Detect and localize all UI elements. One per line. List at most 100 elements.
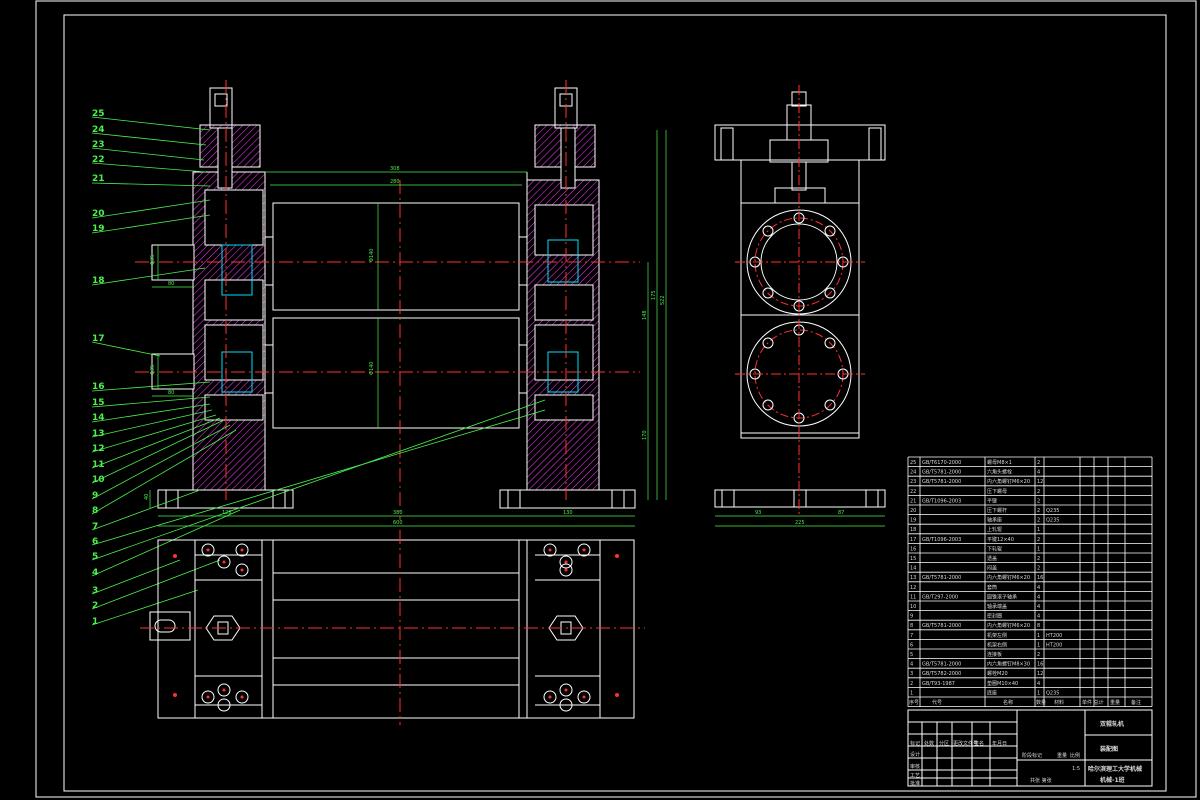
parts-row-qty: 2 [1037, 498, 1040, 504]
parts-row-no: 7 [910, 633, 913, 639]
parts-row-name: 轴承端盖 [987, 603, 1007, 610]
parts-row-qty: 12 [1037, 479, 1043, 485]
dim-bottom-total: 600 [393, 520, 403, 526]
parts-row-no: 22 [910, 489, 916, 495]
parts-row-name: 垫圈M10×40 [987, 680, 1018, 687]
dim-side-total: 225 [795, 520, 805, 526]
tb-drawing-name: 装配图 [1099, 745, 1118, 753]
part-no: 13 [92, 429, 105, 439]
parts-row-name: 连接板 [987, 651, 1002, 658]
part-no: 6 [92, 537, 98, 547]
parts-row-qty: 16 [1037, 662, 1043, 668]
dim-left-shaft-lower: Φ35 [150, 365, 156, 375]
part-no: 25 [92, 109, 105, 119]
tb-sheet: 共张 第张 [1030, 777, 1052, 784]
tb-label-date: 年月日 [992, 740, 1007, 747]
dim-height-total: 522 [660, 295, 666, 305]
parts-row-material: Q235 [1046, 518, 1059, 524]
tb-scale-label: 比例 [1070, 752, 1080, 759]
parts-row-no: 24 [910, 470, 916, 476]
parts-header-code: 代号 [932, 699, 942, 706]
dim-height-right: 175 [651, 290, 657, 300]
parts-row-code: GB/T93-1987 [922, 681, 955, 687]
part-no: 15 [92, 398, 105, 408]
dim-roll-dia-upper: Φ140 [369, 249, 375, 262]
dim-top-inner: 280 [390, 179, 400, 185]
tb-title-main: 双辊轧机 [1100, 720, 1124, 728]
parts-row-no: 11 [910, 594, 916, 600]
dim-height-base: 40 [144, 494, 150, 500]
parts-row-name: 螺栓M20 [987, 670, 1008, 677]
parts-row-code: GB/T1096-2003 [922, 537, 961, 543]
parts-row-material: HT200 [1046, 642, 1062, 648]
parts-row-qty: 4 [1037, 681, 1040, 687]
part-no: 16 [92, 382, 105, 392]
part-no: 9 [92, 491, 98, 501]
parts-row-name: 套筒 [987, 584, 997, 591]
parts-row-no: 8 [910, 623, 913, 629]
parts-row-no: 1 [910, 690, 913, 696]
dim-shaft-len-lower: 80 [168, 390, 174, 396]
parts-row-code: GB/T5781-2000 [922, 479, 961, 485]
parts-row-name: 透盖 [987, 555, 997, 562]
parts-row-name: 螺母M8×1 [987, 459, 1012, 466]
plan-view [140, 530, 645, 725]
tb-label-zone: 分区 [939, 740, 949, 747]
cad-drawing: 308 280 Φ140 Φ140 Φ35 Φ35 80 80 522 148 … [35, 0, 1197, 798]
part-no: 14 [92, 413, 105, 423]
dim-left-shaft-upper: Φ35 [150, 255, 156, 265]
parts-row-qty: 4 [1037, 585, 1040, 591]
parts-row-qty: 4 [1037, 604, 1040, 610]
parts-header-weight: 重量 [1110, 699, 1120, 706]
dim-top-outer: 308 [390, 166, 400, 172]
part-no: 19 [92, 224, 105, 234]
dim-bottom-right: 130 [563, 510, 573, 516]
parts-row-qty: 4 [1037, 470, 1040, 476]
parts-row-name: 机架左侧 [987, 632, 1007, 639]
parts-row-qty: 2 [1037, 489, 1040, 495]
parts-row-name: 内六角螺钉M6×20 [987, 478, 1030, 485]
dim-height-mid: 148 [642, 310, 648, 320]
part-no: 11 [92, 460, 105, 470]
part-no: 1 [92, 617, 98, 627]
parts-row-code: GB/T297-2000 [922, 594, 958, 600]
parts-row-material: HT200 [1046, 633, 1062, 639]
parts-row-name: 上轧辊 [987, 526, 1002, 533]
parts-row-code: GB/T6170-2000 [922, 460, 961, 466]
parts-row-no: 17 [910, 537, 916, 543]
part-no: 12 [92, 444, 105, 454]
parts-row-no: 20 [910, 508, 916, 514]
parts-row-qty: 4 [1037, 594, 1040, 600]
parts-row-qty: 1 [1037, 633, 1040, 639]
front-view: 308 280 Φ140 Φ140 Φ35 Φ35 80 80 522 148 … [135, 80, 667, 527]
parts-row-qty: 4 [1037, 614, 1040, 620]
dim-side-left: 93 [755, 510, 761, 516]
parts-row-no: 10 [910, 604, 916, 610]
dim-side-right: 87 [838, 510, 844, 516]
parts-row-no: 15 [910, 556, 916, 562]
part-no: 4 [92, 568, 98, 578]
parts-row-qty: 8 [1037, 623, 1040, 629]
dim-shaft-len-upper: 80 [168, 281, 174, 287]
part-no: 5 [92, 552, 98, 562]
tb-label-review: 审核 [910, 763, 920, 770]
part-no: 10 [92, 475, 105, 485]
parts-row-code: GB/T1096-2003 [922, 498, 961, 504]
part-no: 7 [92, 522, 98, 532]
tb-scale: 1:5 [1072, 766, 1080, 772]
parts-row-qty: 2 [1037, 518, 1040, 524]
parts-row-name: 平键 [987, 497, 997, 504]
part-no: 22 [92, 155, 105, 165]
parts-row-no: 25 [910, 460, 916, 466]
parts-row-no: 23 [910, 479, 916, 485]
parts-row-no: 4 [910, 662, 913, 668]
title-block: 标记 处数 分区 更改文件号 签名 年月日 设计 审核 工艺 批准 阶段标记 重… [907, 709, 1153, 787]
parts-row-qty: 2 [1037, 537, 1040, 543]
part-no: 24 [92, 125, 105, 135]
tb-school: 哈尔滨理工大学机械 [1088, 765, 1142, 773]
parts-row-no: 19 [910, 518, 916, 524]
parts-row-name: 内六角螺钉M6×20 [987, 574, 1030, 581]
parts-row-qty: 2 [1037, 566, 1040, 572]
part-no: 8 [92, 506, 98, 516]
parts-row-qty: 2 [1037, 508, 1040, 514]
